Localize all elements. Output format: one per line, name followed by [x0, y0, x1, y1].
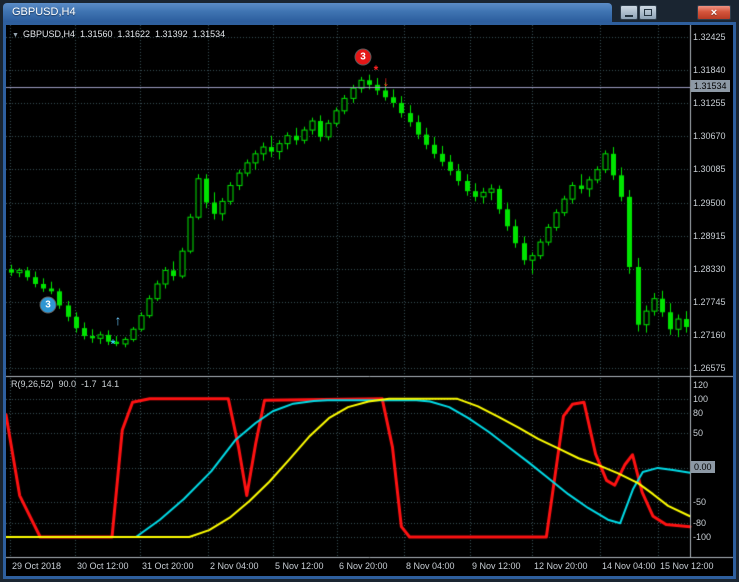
sell-arrow-icon[interactable]: ↓ [383, 74, 390, 88]
time-axis-label: 8 Nov 04:00 [406, 561, 455, 571]
price-axis-label: 1.31840 [693, 65, 726, 75]
indicator-value-3: 14.1 [101, 379, 120, 389]
indicator-axis-label: 100 [693, 394, 709, 404]
indicator-axis-label: 120 [693, 380, 709, 390]
minimize-button[interactable] [620, 5, 638, 20]
time-axis-label: 31 Oct 20:00 [142, 561, 194, 571]
chart-client-area: ▼ GBPUSD,H4 1.31560 1.31622 1.31392 1.31534 R… [6, 25, 733, 576]
window-title: GBPUSD,H4 [12, 6, 76, 18]
price-chart-canvas[interactable] [6, 25, 733, 576]
time-axis-label: 14 Nov 04:00 [602, 561, 656, 571]
indicator-name: R(9,26,52) [11, 379, 54, 389]
price-axis-label: 1.26575 [693, 363, 726, 373]
time-axis-label: 9 Nov 12:00 [472, 561, 521, 571]
price-axis-label: 1.29500 [693, 198, 726, 208]
indicator-current-value-label: 0.00 [691, 461, 715, 473]
price-axis-label: 1.27745 [693, 297, 726, 307]
price-axis-label: 1.31255 [693, 98, 726, 108]
indicator-axis-label: 80 [693, 408, 704, 418]
ohlc-open: 1.31560 [79, 29, 113, 39]
mt4-workspace: { "window": { "title": "GBPUSD,H4", "con… [0, 0, 739, 582]
indicator-axis-label: 50 [693, 428, 704, 438]
maximize-button[interactable] [639, 5, 657, 20]
maximize-icon [644, 9, 652, 16]
ohlc-symbol: GBPUSD,H4 [22, 29, 75, 39]
time-axis-label: 15 Nov 12:00 [660, 561, 714, 571]
sell-signal-badge[interactable]: 3 [355, 49, 371, 65]
time-axis-label: 12 Nov 20:00 [534, 561, 588, 571]
time-axis-label: 2 Nov 04:00 [210, 561, 259, 571]
buy-arrow-icon[interactable]: ↑ [115, 313, 122, 327]
buy-star-icon[interactable]: * [111, 338, 116, 350]
ohlc-high: 1.31622 [117, 29, 151, 39]
window-titlebar[interactable]: GBPUSD,H4 [3, 3, 612, 22]
current-price-label: 1.31534 [691, 80, 730, 92]
time-axis-label: 6 Nov 20:00 [339, 561, 388, 571]
ohlc-low: 1.31392 [155, 29, 188, 39]
buy-signal-badge[interactable]: 3 [40, 297, 56, 313]
time-axis-label: 5 Nov 12:00 [275, 561, 324, 571]
indicator-value-1: 90.0 [58, 379, 77, 389]
chart-ohlc-label: ▼ GBPUSD,H4 1.31560 1.31622 1.31392 1.31534 [12, 29, 230, 39]
close-icon: × [710, 6, 718, 19]
time-axis-label: 29 Oct 2018 [12, 561, 62, 571]
close-button[interactable]: × [697, 5, 731, 20]
indicator-axis-label: -50 [693, 497, 707, 507]
ohlc-close: 1.31534 [192, 29, 226, 39]
indicator-value-2: -1.7 [81, 379, 97, 389]
indicator-axis-label: -80 [693, 518, 707, 528]
price-axis-label: 1.27160 [693, 330, 726, 340]
price-axis-label: 1.32425 [693, 32, 726, 42]
time-axis-label: 30 Oct 12:00 [77, 561, 129, 571]
price-axis-label: 1.28915 [693, 231, 726, 241]
sell-star-icon[interactable]: * [374, 64, 379, 76]
price-axis-label: 1.30670 [693, 131, 726, 141]
price-axis-label: 1.28330 [693, 264, 726, 274]
chart-window: ▼ GBPUSD,H4 1.31560 1.31622 1.31392 1.31534 R… [3, 22, 736, 579]
price-axis-label: 1.30085 [693, 164, 726, 174]
indicator-label: R(9,26,52) 90.0 -1.7 14.1 [11, 379, 124, 389]
indicator-axis-label: -100 [693, 532, 712, 542]
minimize-icon [625, 15, 633, 17]
collapse-triangle-icon: ▼ [12, 32, 19, 39]
